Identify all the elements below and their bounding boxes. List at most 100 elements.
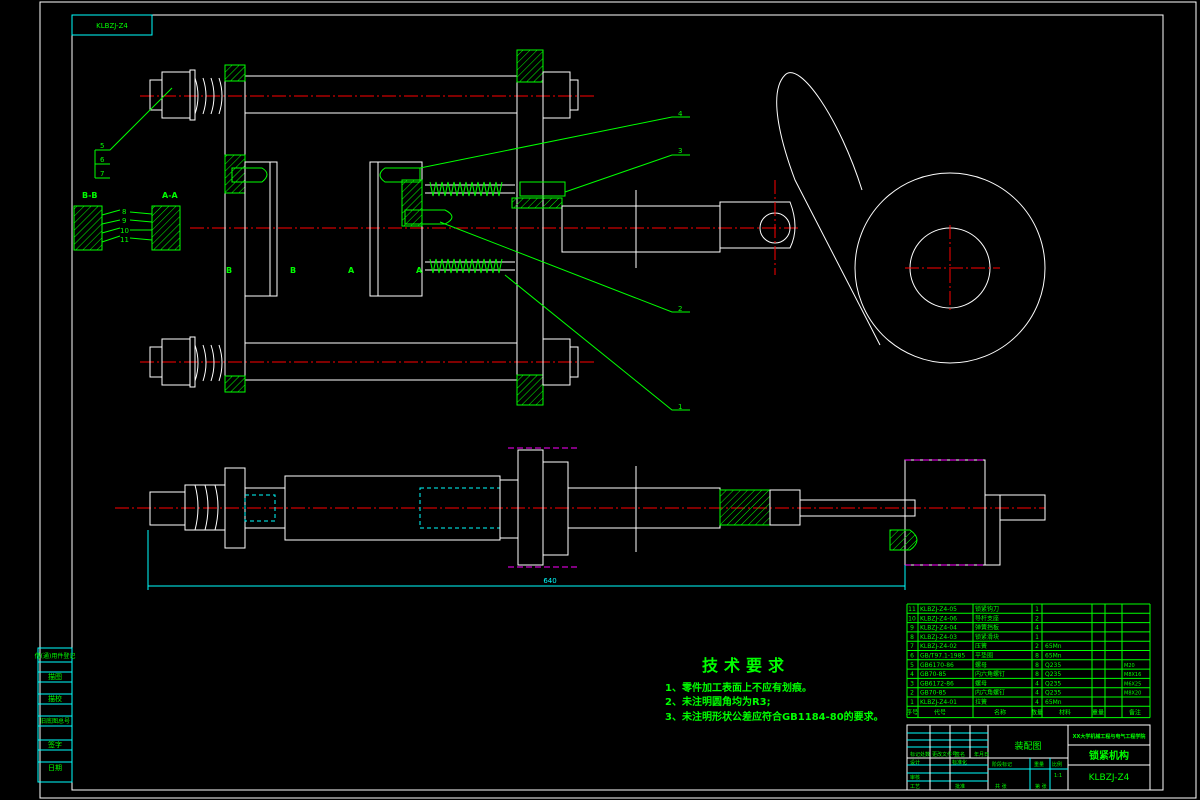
parts-cell-code: GB6172-86 [920, 680, 954, 687]
parts-cell-no: 11 [908, 606, 916, 613]
title-label: 标准化 [952, 759, 967, 766]
side-label: 日期 [48, 764, 62, 772]
parts-cell-name: 平垫圈 [975, 652, 993, 660]
parts-cell-code: KLBZJ-Z4-01 [920, 699, 957, 706]
tech-requirement-item: 3、未注明形状公差应符合GB1184-80的要求。 [665, 710, 884, 723]
title-label: 更改文件号 [932, 751, 957, 758]
clevis [719, 201, 796, 249]
push-rod [561, 205, 721, 253]
title-block: 标记 处数 更改文件号 签名 年月日 设计 标准化 审核 工艺 批准 阶段标记 … [906, 724, 1151, 791]
parts-cell-no: 2 [910, 690, 914, 697]
title-label: 批准 [955, 783, 965, 790]
parts-list: 11 KLBZJ-Z4-05 锁紧钩刀 110 KLBZJ-Z4-06 导杆支座 29 KLB… [906, 603, 1151, 719]
parts-cell-mat: 65Mn [1045, 699, 1062, 706]
parts-cell-code: KLBZJ-Z4-05 [920, 606, 957, 613]
parts-cell-name: 内六角螺钉 [975, 670, 1005, 678]
parts-cell-qty: 8 [1035, 653, 1039, 660]
drawing-number: KLBZJ-Z4 [1089, 773, 1130, 783]
side-label: 签字 [48, 740, 62, 749]
side-column: 借(通)用件登记 描图 描校 旧底图总号 签字 日期 [35, 647, 75, 783]
side-label: 描校 [48, 694, 62, 703]
side-label: 旧底图总号 [40, 717, 70, 725]
parts-cell-mat: 65Mn [1045, 643, 1062, 650]
title-label: 阶段标记 [992, 761, 1012, 768]
school-name: XX大学机械工程与电气工程学院 [1073, 733, 1146, 740]
tension-spring [429, 258, 503, 274]
parts-cell-qty: 4 [1035, 625, 1039, 632]
parts-cell-note: M20 [1124, 663, 1135, 669]
balloon-4: 4 [678, 110, 683, 118]
parts-cell-no: 7 [910, 643, 914, 650]
parts-cell-name: 内六角螺钉 [975, 689, 1005, 697]
top-view [140, 49, 1046, 406]
parts-cell-note: M8X16 [1124, 672, 1141, 678]
parts-cell-code: KLBZJ-Z4-02 [920, 643, 957, 650]
parts-cell-no: 5 [910, 662, 914, 669]
section-bb-label: B-B [82, 191, 98, 200]
tension-spring [429, 181, 503, 197]
balloon-7: 7 [100, 170, 104, 178]
section-aa [151, 205, 181, 251]
parts-cell-qty: 1 [1035, 634, 1039, 641]
parts-cell-no: 6 [910, 653, 914, 660]
parts-cell-no: 10 [908, 615, 916, 622]
parts-cell-name: 压簧 [975, 642, 987, 650]
balloons: 5 6 7 4 3 2 1 [94, 87, 690, 411]
parts-cell-name: 螺母 [975, 679, 987, 687]
title-label: 比例 [1052, 761, 1062, 768]
parts-cell-code: GB6170-86 [920, 662, 954, 669]
parts-header-cell: 重量 [1092, 708, 1104, 716]
parts-cell-note: M6X25 [1124, 681, 1141, 687]
parts-cell-code: GB70-85 [920, 671, 946, 678]
parts-cell-name: 锁紧钩刀 [975, 605, 999, 613]
balloon-1: 1 [678, 403, 682, 411]
parts-cell-name: 拉簧 [975, 698, 987, 706]
cad-drawing: KLBZJ-Z4 借(通)用件登记 描图 描校 旧底图总号 签字 日期 B-B … [35, 1, 1197, 799]
title-label: 标记 [910, 751, 920, 758]
section-balloon: 9 [122, 217, 126, 225]
title-label: 处数 [920, 751, 930, 758]
parts-cell-no: 4 [910, 671, 914, 678]
parts-cell-no: 9 [910, 625, 914, 632]
parts-cell-code: GB/T97.1-1985 [920, 653, 965, 660]
parts-header-cell: 数量 [1031, 708, 1043, 716]
cam-block [904, 459, 986, 566]
parts-cell-qty: 2 [1035, 643, 1039, 650]
parts-cell-name: 导杆支座 [975, 614, 999, 622]
parts-cell-name: 锁紧滑块 [975, 633, 999, 641]
parts-cell-mat: 65Mn [1045, 653, 1062, 660]
balloon-5: 5 [100, 142, 104, 150]
tech-requirements: 技术要求 1、零件加工表面上不应有划痕。 2、未注明圆角均为R3; 3、未注明形… [665, 656, 884, 723]
title-label: 审核 [910, 774, 920, 781]
parts-header-cell: 代号 [934, 708, 946, 716]
parts-cell-mat: Q235 [1045, 680, 1061, 687]
section-bb [73, 205, 103, 251]
parts-cell-mat: Q235 [1045, 671, 1061, 678]
tech-requirement-item: 1、零件加工表面上不应有划痕。 [665, 681, 812, 694]
section-balloon: 8 [122, 208, 126, 216]
drawing-title: 锁紧机构 [1089, 749, 1129, 762]
section-balloon: 10 [120, 227, 129, 235]
cut-mark-a: A [348, 266, 355, 275]
parts-header-cell: 材料 [1059, 708, 1071, 716]
parts-cell-name: 弹簧挡板 [975, 624, 999, 632]
parts-cell-mat: Q235 [1045, 662, 1061, 669]
balloon-2: 2 [678, 305, 682, 313]
parts-header-cell: 名称 [994, 708, 1006, 716]
parts-cell-qty: 8 [1035, 671, 1039, 678]
parts-cell-qty: 8 [1035, 662, 1039, 669]
dimension-640: 640 [543, 577, 556, 585]
cut-mark-b: B [226, 266, 232, 275]
parts-cell-qty: 1 [1035, 606, 1039, 613]
parts-cell-mat: Q235 [1045, 690, 1061, 697]
tech-requirements-title: 技术要求 [702, 656, 790, 675]
section-balloon: 11 [120, 236, 129, 244]
section-views: B-B A-A 8 9 10 11 B B A A [73, 191, 423, 275]
parts-cell-no: 1 [910, 699, 914, 706]
parts-cell-note: M8X20 [1124, 691, 1141, 697]
parts-cell-qty: 2 [1035, 615, 1039, 622]
drawing-type: 装配图 [1014, 740, 1041, 752]
parts-cell-qty: 4 [1035, 680, 1039, 687]
parts-header-cell: 备注 [1129, 708, 1141, 716]
title-label: 年月日 [974, 751, 989, 758]
